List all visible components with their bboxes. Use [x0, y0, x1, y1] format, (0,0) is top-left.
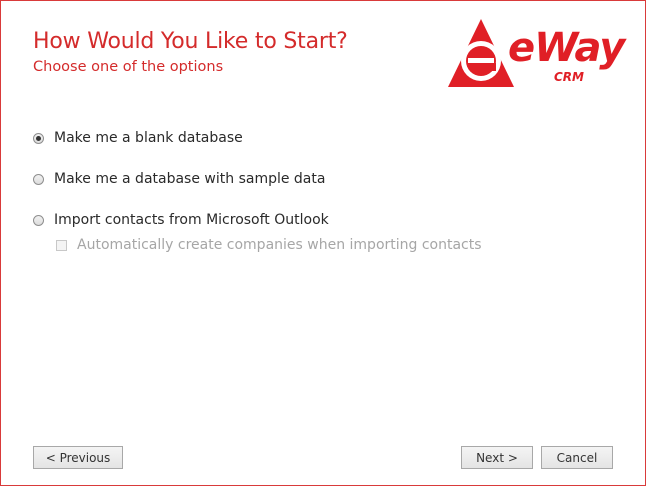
previous-button[interactable]: < Previous [33, 446, 123, 469]
logo-crm-label: CRM [554, 70, 584, 84]
cancel-button[interactable]: Cancel [541, 446, 613, 469]
eway-crm-logo: eWay CRM [448, 17, 625, 91]
option-label: Import contacts from Microsoft Outlook [54, 212, 329, 228]
option-import-outlook[interactable]: Import contacts from Microsoft Outlook [33, 212, 329, 228]
wizard-window: How Would You Like to Start? Choose one … [0, 0, 646, 486]
radio-sample-data[interactable] [33, 173, 44, 185]
radio-blank-database[interactable] [33, 132, 44, 144]
option-sample-data[interactable]: Make me a database with sample data [33, 171, 325, 187]
sub-option-label: Automatically create companies when impo… [77, 237, 482, 253]
next-button[interactable]: Next > [461, 446, 533, 469]
page-subtitle: Choose one of the options [33, 59, 224, 75]
page-title: How Would You Like to Start? [33, 29, 348, 54]
auto-create-companies-option: Automatically create companies when impo… [56, 237, 482, 253]
auto-create-companies-checkbox [56, 239, 67, 251]
option-blank-database[interactable]: Make me a blank database [33, 130, 243, 146]
radio-import-outlook[interactable] [33, 214, 44, 226]
option-label: Make me a database with sample data [54, 171, 326, 187]
option-label: Make me a blank database [54, 130, 243, 146]
logo-wordmark: eWay [508, 25, 625, 71]
